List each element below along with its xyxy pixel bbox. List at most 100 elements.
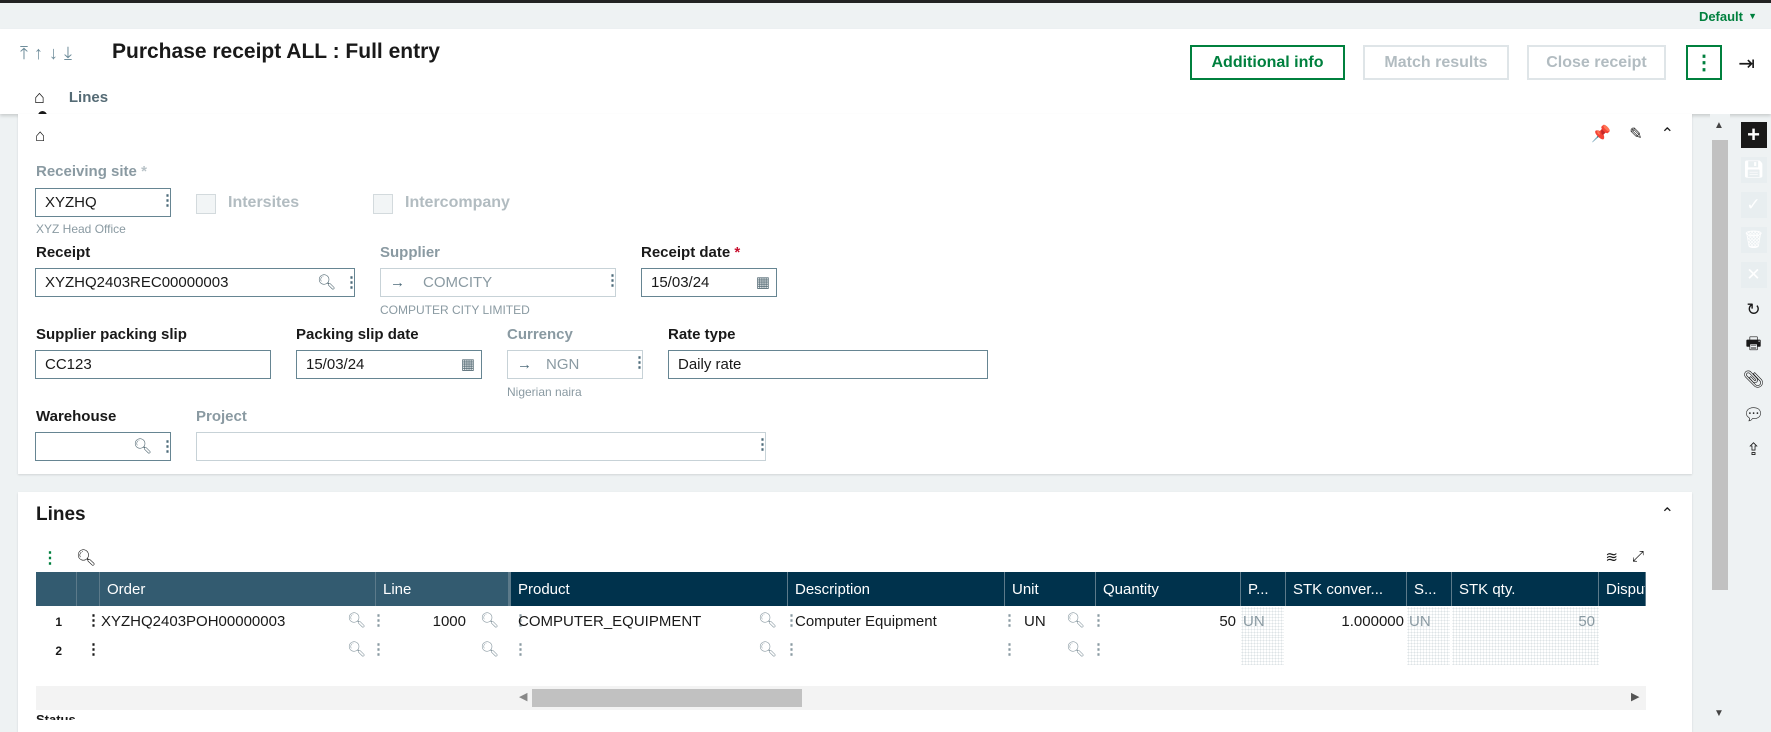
grid-header-dispute[interactable]: Disput [1599,572,1646,606]
cell-menu-icon[interactable]: ⋮ [513,640,528,658]
description-cell[interactable]: Computer Equipment [795,607,937,636]
cell-menu-icon[interactable]: ⋮ [371,640,386,658]
exit-icon[interactable]: ⇥ [1738,51,1755,76]
navigate-arrow-icon[interactable]: → [517,356,532,373]
match-results-button[interactable]: Match results [1363,45,1509,80]
layers-icon[interactable]: ≋ [1605,548,1618,566]
supplier-packing-slip-label: Supplier packing slip [36,326,187,343]
expand-icon[interactable]: ⤢ [1632,548,1644,566]
export-share-icon[interactable]: ⇪ [1741,437,1767,463]
purchase-unit-cell [1241,636,1284,665]
packing-slip-date-field[interactable]: 15/03/24 ▦ [296,350,482,379]
next-record-icon[interactable]: ↓ [49,43,58,64]
close-receipt-button[interactable]: Close receipt [1527,45,1666,80]
grid-header-description[interactable]: Description [788,572,1005,606]
grid-header-stock-unit[interactable]: S... [1407,572,1452,606]
order-cell[interactable]: XYZHQ2403POH00000003 [100,607,285,636]
warehouse-field[interactable]: 🔍︎ ⋮ [35,432,175,461]
scroll-left-icon[interactable]: ◀ [519,690,527,703]
search-icon[interactable]: 🔍︎ [133,437,152,455]
grid-header-unit[interactable]: Unit [1005,572,1096,606]
field-menu-icon[interactable]: ⋮ [632,355,647,370]
search-icon[interactable]: 🔍︎ [347,611,366,629]
chevron-down-icon[interactable]: ▼ [1748,11,1757,21]
grid-header-purchase-unit[interactable]: P... [1241,572,1286,606]
receiving-site-field[interactable]: XYZHQ ⋮ [35,188,175,217]
create-icon[interactable]: + [1740,122,1767,148]
receipt-date-field[interactable]: 15/03/24 ▦ [641,268,777,297]
pin-icon[interactable]: 📌 [1591,124,1611,144]
cell-menu-icon[interactable]: ⋮ [1002,640,1017,658]
receipt-field[interactable]: XYZHQ2403REC00000003 🔍︎ ⋮ [35,268,359,297]
product-cell[interactable]: COMPUTER_EQUIPMENT [518,607,701,636]
stk-qty-cell [1452,636,1599,665]
search-icon[interactable]: 🔍︎ [76,548,96,568]
comment-icon[interactable]: 💬︎ [1741,402,1767,428]
row-menu-icon[interactable]: ⋮ [86,640,101,658]
purchase-unit-cell: UN [1241,607,1284,636]
navigate-arrow-icon[interactable]: → [390,274,405,291]
field-menu-icon[interactable]: ⋮ [755,437,770,452]
last-record-icon[interactable]: ⤓ [64,43,72,64]
grid-header-menu [77,572,100,606]
search-icon[interactable]: 🔍︎ [758,611,777,629]
attachment-paperclip-icon[interactable]: 📎︎ [1741,367,1767,393]
cell-menu-icon[interactable]: ⋮ [1002,611,1017,629]
search-icon[interactable]: 🔍︎ [1066,640,1085,658]
horizontal-scroll-thumb[interactable] [532,689,802,707]
grid-header-stk-conversion[interactable]: STK conver... [1286,572,1407,606]
receipt-label: Receipt [36,244,91,261]
grid-header-stk-qty[interactable]: STK qty. [1452,572,1599,606]
print-icon[interactable]: 🖶 [1741,332,1767,358]
field-menu-icon[interactable]: ⋮ [605,273,620,288]
search-icon[interactable]: 🔍︎ [758,640,777,658]
currency-field[interactable]: → NGN ⋮ [507,350,647,379]
row-menu-icon[interactable]: ⋮ [86,611,101,629]
collapse-icon[interactable]: ⌃ [1661,504,1674,524]
horizontal-scrollbar[interactable] [36,686,1646,710]
search-icon[interactable]: 🔍︎ [480,611,499,629]
field-menu-icon[interactable]: ⋮ [160,439,175,454]
tab-lines[interactable]: Lines [69,89,108,106]
calendar-icon[interactable]: ▦ [461,355,475,373]
field-menu-icon[interactable]: ⋮ [160,193,175,208]
scroll-down-icon[interactable]: ▼ [1714,708,1724,719]
home-icon[interactable]: ⌂ [34,87,45,108]
search-icon[interactable]: 🔍︎ [1066,611,1085,629]
grid-header-product[interactable]: Product [511,572,788,606]
collapse-icon[interactable]: ⌃ [1661,124,1674,144]
cell-menu-icon[interactable]: ⋮ [784,640,799,658]
quantity-cell[interactable]: 50 [1096,607,1236,636]
search-icon[interactable]: 🔍︎ [317,273,336,291]
search-icon[interactable]: 🔍︎ [480,640,499,658]
scroll-up-icon[interactable]: ▲ [1714,120,1724,131]
supplier-packing-slip-field[interactable]: CC123 [35,350,271,379]
search-icon[interactable]: 🔍︎ [347,640,366,658]
grid-menu-icon[interactable]: ⋮ [42,548,58,568]
stk-conversion-cell[interactable]: 1.000000 [1286,607,1404,636]
refresh-icon[interactable]: ↻ [1741,297,1767,323]
grid-header-quantity[interactable]: Quantity [1096,572,1241,606]
rate-type-field[interactable]: Daily rate [668,350,988,379]
unit-cell[interactable]: UN [1024,607,1046,636]
grid-header-line[interactable]: Line [376,572,511,606]
first-record-icon[interactable]: ⤒ [20,43,28,64]
grid-header-order[interactable]: Order [100,572,376,606]
calendar-icon[interactable]: ▦ [756,273,770,291]
scroll-right-icon[interactable]: ▶ [1631,690,1639,703]
additional-info-button[interactable]: Additional info [1190,45,1345,80]
intercompany-checkbox[interactable] [373,194,393,214]
previous-record-icon[interactable]: ↑ [34,43,43,64]
field-menu-icon[interactable]: ⋮ [344,275,359,290]
vertical-scroll-thumb[interactable] [1712,140,1728,590]
profile-selector[interactable]: Default [1699,9,1743,24]
project-field[interactable]: ⋮ [196,432,770,461]
cancel-close-icon: ✕ [1740,262,1767,288]
cell-menu-icon[interactable]: ⋮ [1091,640,1106,658]
line-cell[interactable]: 1000 [376,607,466,636]
more-actions-button[interactable]: ⋮ [1686,45,1722,80]
intersites-checkbox[interactable] [196,194,216,214]
edit-icon[interactable]: ✎ [1629,124,1642,144]
validate-check-icon: ✓ [1740,192,1767,218]
supplier-field[interactable]: → COMCITY ⋮ [380,268,620,297]
